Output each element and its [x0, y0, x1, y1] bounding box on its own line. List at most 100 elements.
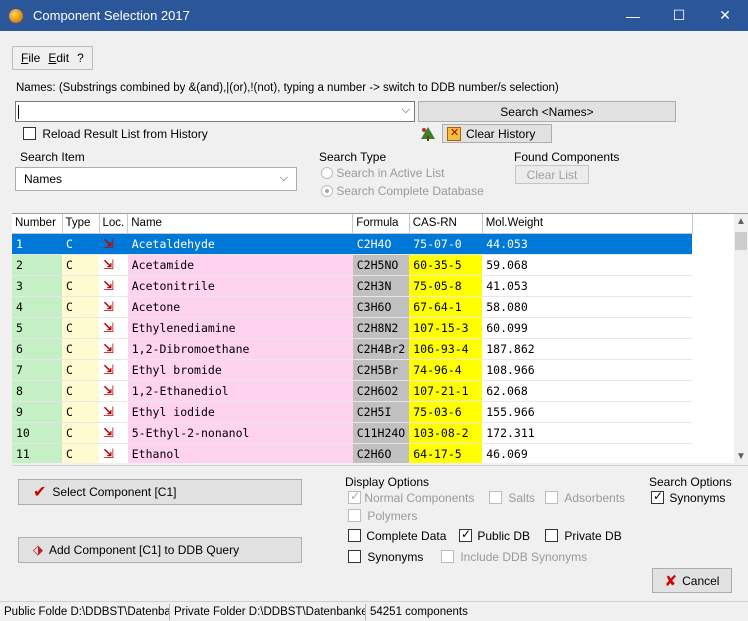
cell-name: Ethyl bromide: [127, 359, 353, 381]
search-active-list-radio[interactable]: Search in Active List: [321, 166, 444, 180]
scroll-up-icon[interactable]: ▲: [736, 216, 746, 227]
vertical-scrollbar[interactable]: ▲ ▼: [734, 214, 748, 463]
table-row[interactable]: 5 C ⇲ Ethylenediamine C2H8N2 107-15-3 60.099: [12, 317, 693, 339]
cell-name: Acetamide: [127, 254, 353, 276]
public-db-check[interactable]: [459, 527, 472, 542]
cell-loc: ⇲: [99, 233, 128, 255]
cell-number: 4: [12, 296, 62, 318]
status-bar: Public Folde D:\DDBST\Datenbanken\DI Pri…: [0, 601, 748, 621]
search-complete-db-radio[interactable]: Search Complete Database: [321, 184, 484, 198]
cell-formula: C2H4O: [352, 233, 410, 255]
location-icon: ⇲: [103, 403, 114, 419]
table-row[interactable]: 6 C ⇲ 1,2-Dibromoethane C2H4Br2 106-93-4 187.8…: [12, 338, 693, 360]
scroll-thumb[interactable]: [735, 232, 747, 250]
maximize-button[interactable]: ☐: [656, 0, 702, 31]
cancel-icon: ✘: [664, 572, 678, 590]
table-row[interactable]: 10 C ⇲ 5-Ethyl-2-nonanol C11H24O 103-08-2 172.…: [12, 422, 693, 444]
search-names-button[interactable]: Search <Names>: [418, 101, 676, 122]
table-row[interactable]: 9 C ⇲ Ethyl iodide C2H5I 75-03-6 155.966: [12, 401, 693, 423]
adsorbents-check[interactable]: [545, 491, 558, 504]
cell-mol-weight: 155.966: [482, 401, 693, 423]
names-search-input[interactable]: ⌵: [15, 101, 415, 122]
history-tree-icon[interactable]: [418, 124, 438, 142]
table-row[interactable]: 3 C ⇲ Acetonitrile C2H3N 75-05-8 41.053: [12, 275, 693, 297]
col-type[interactable]: Type: [62, 214, 100, 234]
clear-list-button[interactable]: Clear List: [515, 165, 589, 184]
col-loc[interactable]: Loc.: [99, 214, 129, 234]
search-type-label: Search Type: [319, 150, 387, 164]
include-ddb-synonyms-check[interactable]: [441, 550, 454, 563]
table-row[interactable]: 7 C ⇲ Ethyl bromide C2H5Br 74-96-4 108.966: [12, 359, 693, 381]
menu-file[interactable]: File: [21, 51, 40, 65]
complete-data-checkbox[interactable]: Complete Data: [348, 529, 446, 543]
chevron-down-icon[interactable]: ⌵: [402, 104, 410, 117]
window-controls: — ☐ ✕: [610, 0, 748, 31]
include-ddb-synonyms-checkbox[interactable]: Include DDB Synonyms: [441, 550, 587, 564]
col-number[interactable]: Number: [12, 214, 63, 234]
location-icon: ⇲: [103, 445, 114, 461]
table-row[interactable]: 2 C ⇲ Acetamide C2H5NO 60-35-5 59.068: [12, 254, 693, 276]
cell-name: Ethanol: [127, 443, 353, 463]
reload-history-check[interactable]: [23, 127, 36, 140]
col-name[interactable]: Name: [127, 214, 354, 234]
radio-active-list[interactable]: [321, 167, 333, 179]
cell-number: 11: [12, 443, 62, 463]
cell-mol-weight: 59.068: [482, 254, 693, 276]
search-active-list-label: Search in Active List: [336, 166, 445, 180]
normal-components-checkbox[interactable]: Normal Components: [348, 489, 474, 505]
salts-check[interactable]: [489, 491, 502, 504]
reload-history-checkbox[interactable]: Reload Result List from History: [23, 127, 208, 141]
cancel-button[interactable]: ✘ Cancel: [652, 568, 732, 593]
search-item-select[interactable]: Names ⌵: [15, 167, 297, 191]
minimize-button[interactable]: —: [610, 0, 656, 31]
cell-loc: ⇲: [99, 380, 128, 402]
divider: [12, 465, 748, 466]
cell-number: 3: [12, 275, 62, 297]
search-synonyms-label: Synonyms: [669, 491, 726, 505]
table-row[interactable]: 4 C ⇲ Acetone C3H6O 67-64-1 58.080: [12, 296, 693, 318]
cell-cas: 74-96-4: [409, 359, 483, 381]
scroll-down-icon[interactable]: ▼: [736, 451, 746, 462]
chevron-down-icon[interactable]: ⌵: [280, 172, 288, 185]
location-icon: ⇲: [103, 340, 114, 356]
normal-components-check[interactable]: [348, 489, 361, 504]
clear-history-button[interactable]: ✕ Clear History: [442, 124, 552, 143]
display-synonyms-checkbox[interactable]: Synonyms: [348, 550, 423, 564]
adsorbents-checkbox[interactable]: Adsorbents: [545, 491, 625, 505]
close-button[interactable]: ✕: [702, 0, 748, 31]
cell-number: 6: [12, 338, 62, 360]
cancel-label: Cancel: [682, 573, 720, 588]
polymers-checkbox[interactable]: Polymers: [348, 509, 417, 523]
search-synonyms-checkbox[interactable]: Synonyms: [651, 489, 726, 505]
select-component-button[interactable]: ✔ Select Component [C1]: [18, 479, 302, 505]
menu-edit[interactable]: Edit: [48, 51, 69, 65]
private-db-checkbox[interactable]: Private DB: [545, 529, 622, 543]
public-db-checkbox[interactable]: Public DB: [459, 527, 530, 543]
search-synonyms-check[interactable]: [651, 489, 664, 504]
components-table[interactable]: Number Type Loc. Name Formula CAS-RN Mol…: [12, 213, 748, 463]
menu-bar: File Edit ?: [12, 46, 93, 70]
display-synonyms-check[interactable]: [348, 550, 361, 563]
cell-name: Acetone: [127, 296, 353, 318]
private-db-check[interactable]: [545, 529, 558, 542]
menu-help[interactable]: ?: [77, 51, 84, 65]
col-formula[interactable]: Formula: [352, 214, 410, 234]
cell-name: Acetaldehyde: [127, 233, 353, 255]
table-row[interactable]: 8 C ⇲ 1,2-Ethanediol C2H6O2 107-21-1 62.068: [12, 380, 693, 402]
radio-complete-db[interactable]: [321, 185, 333, 197]
cell-type: C: [62, 317, 99, 339]
add-component-button[interactable]: ⬗ Add Component [C1] to DDB Query: [18, 537, 302, 563]
cell-loc: ⇲: [99, 338, 128, 360]
found-components-label: Found Components: [514, 150, 620, 164]
col-cas[interactable]: CAS-RN: [409, 214, 483, 234]
table-row[interactable]: 11 C ⇲ Ethanol C2H6O 64-17-5 46.069: [12, 443, 693, 463]
adsorbents-label: Adsorbents: [564, 491, 626, 505]
display-synonyms-label: Synonyms: [367, 550, 424, 564]
table-row[interactable]: 1 C ⇲ Acetaldehyde C2H4O 75-07-0 44.053: [12, 233, 693, 255]
polymers-check[interactable]: [348, 509, 361, 522]
complete-data-check[interactable]: [348, 529, 361, 542]
col-mol-weight[interactable]: Mol.Weight: [482, 214, 693, 234]
salts-checkbox[interactable]: Salts: [489, 491, 535, 505]
search-item-label: Search Item: [20, 150, 85, 164]
cell-type: C: [62, 233, 99, 255]
